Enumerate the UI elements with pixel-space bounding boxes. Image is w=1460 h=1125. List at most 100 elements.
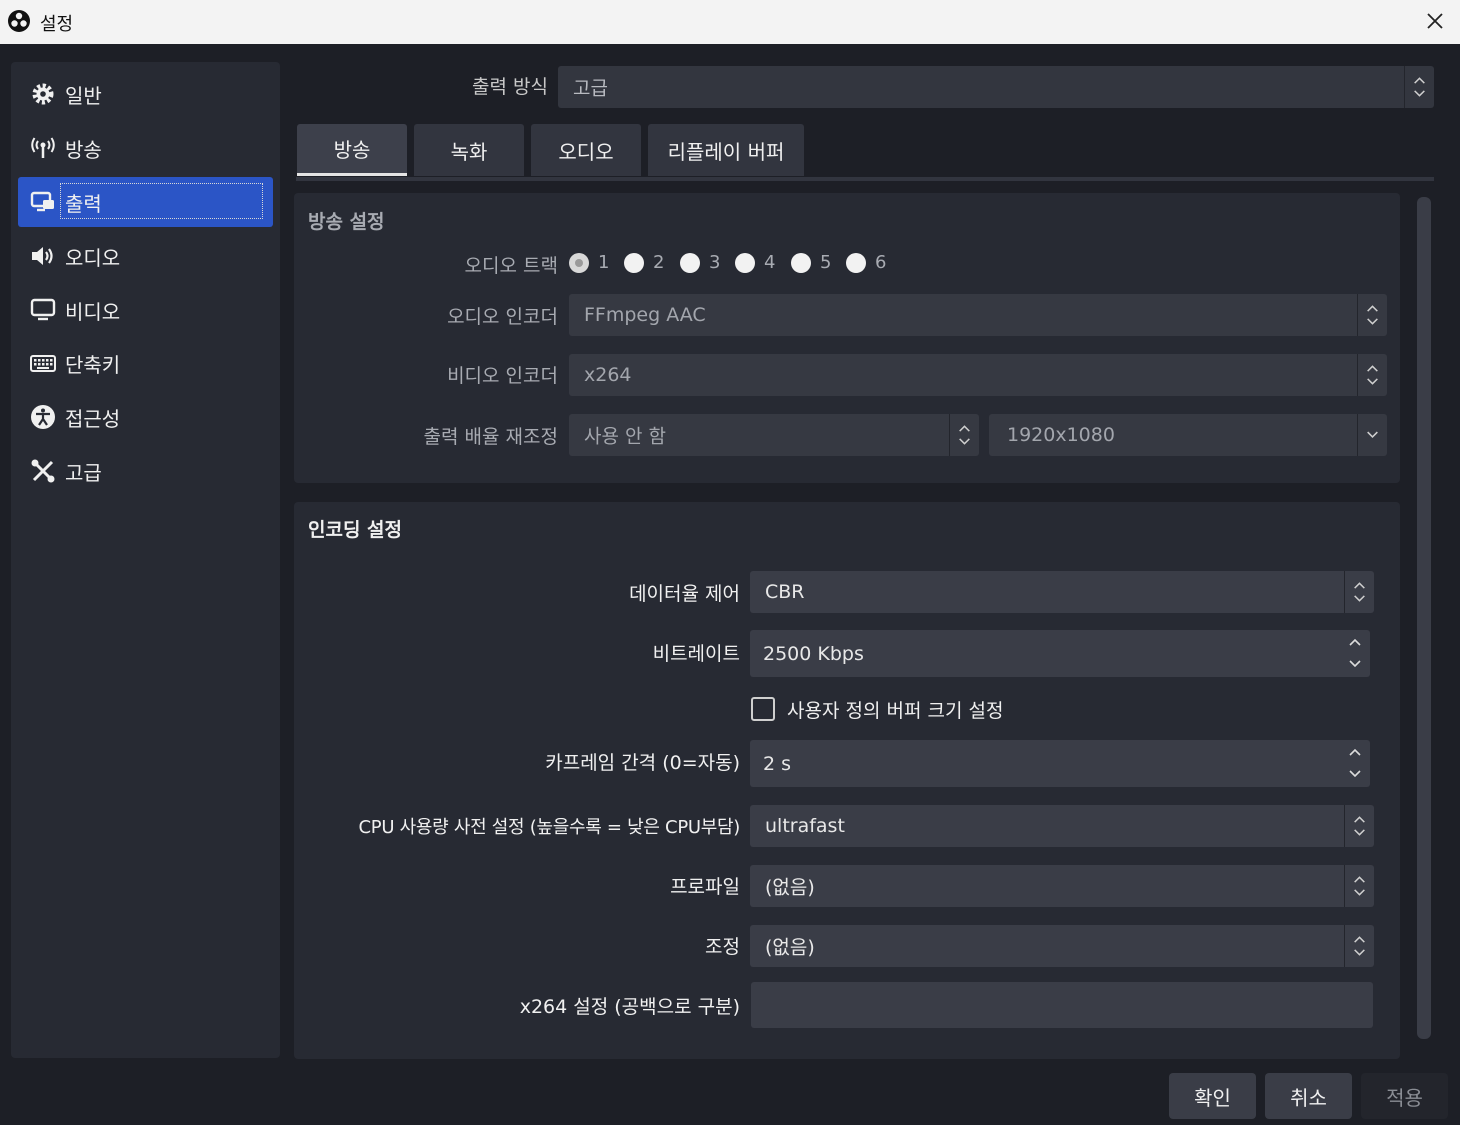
sidebar-item-label: 비디오 (65, 299, 121, 324)
audio-track-label: 오디오 트랙 (464, 255, 558, 277)
tune-select[interactable]: (없음) (750, 925, 1374, 967)
spin-arrows-icon[interactable] (1346, 636, 1364, 670)
rescale-label: 출력 배율 재조정 (423, 426, 558, 448)
focus-outline (60, 183, 263, 219)
accessibility-icon (31, 405, 55, 429)
keyframe-label: 카프레임 간격 (0=자동) (545, 752, 740, 774)
x264-options-input[interactable] (751, 982, 1373, 1028)
audio-track-radio-label: 5 (820, 252, 832, 273)
sidebar-item-audio[interactable]: 오디오 (18, 231, 273, 281)
output-mode-value: 고급 (573, 77, 608, 100)
audio-track-radio-4[interactable] (735, 253, 755, 273)
sidebar-item-general[interactable]: 일반 (18, 69, 273, 119)
chevron-down-icon (1357, 414, 1378, 456)
audio-track-radio-5[interactable] (791, 253, 811, 273)
output-icon (30, 191, 54, 212)
tab-divider (296, 177, 1434, 181)
updown-arrow-icon (1357, 294, 1378, 336)
sidebar-item-stream[interactable]: 방송 (18, 123, 273, 173)
sidebar-item-video[interactable]: 비디오 (18, 285, 273, 335)
rate-control-label: 데이터율 제어 (629, 583, 740, 605)
cpu-preset-label: CPU 사용량 사전 설정 (높을수록 = 낮은 CPU부담) (358, 817, 741, 838)
updown-arrow-icon (949, 414, 970, 456)
audio-track-radio-3[interactable] (680, 253, 700, 273)
gear-icon (32, 83, 54, 105)
cpu-preset-select[interactable]: ultrafast (750, 805, 1374, 847)
video-encoder-select[interactable]: x264 (569, 354, 1387, 396)
apply-button[interactable]: 적용 (1361, 1073, 1448, 1119)
updown-arrow-icon (1344, 925, 1365, 967)
close-icon[interactable] (1420, 6, 1450, 36)
settings-sidebar: 일반 방송 출력 오디오 비디오 단축키 접근성 고급 (11, 62, 280, 1058)
tab-stream[interactable]: 방송 (297, 124, 407, 176)
updown-arrow-icon (1404, 66, 1425, 108)
scrollbar[interactable] (1417, 197, 1431, 1039)
custom-buffer-checkbox[interactable] (751, 697, 775, 721)
audio-track-radio-2[interactable] (624, 253, 644, 273)
title-bar: 설정 (0, 0, 1460, 44)
profile-label: 프로파일 (670, 876, 740, 898)
sidebar-item-label: 고급 (65, 460, 102, 485)
ok-button[interactable]: 확인 (1169, 1073, 1256, 1119)
spin-arrows-icon[interactable] (1346, 746, 1364, 780)
audio-track-radio-6[interactable] (846, 253, 866, 273)
audio-encoder-label: 오디오 인코더 (447, 306, 558, 328)
keyboard-icon (30, 355, 56, 372)
obs-logo-icon (8, 10, 30, 32)
sidebar-item-label: 일반 (65, 83, 102, 108)
rescale-resolution-select[interactable]: 1920x1080 (989, 414, 1387, 456)
updown-arrow-icon (1344, 571, 1365, 613)
sidebar-item-advanced[interactable]: 고급 (18, 446, 273, 496)
tab-audio[interactable]: 오디오 (531, 124, 641, 176)
tune-value: (없음) (765, 936, 815, 959)
profile-select[interactable]: (없음) (750, 865, 1374, 907)
audio-encoder-select[interactable]: FFmpeg AAC (569, 294, 1387, 336)
bitrate-value: 2500 Kbps (763, 642, 864, 665)
tab-recording[interactable]: 녹화 (414, 124, 524, 176)
audio-track-radio-label: 2 (653, 252, 665, 273)
x264-options-label: x264 설정 (공백으로 구분) (519, 996, 740, 1018)
monitor-icon (30, 298, 56, 321)
tools-icon (31, 459, 55, 483)
keyframe-spinbox[interactable]: 2 s (750, 740, 1370, 787)
stream-settings-title: 방송 설정 (308, 211, 385, 233)
bitrate-label: 비트레이트 (652, 643, 740, 665)
sidebar-item-label: 방송 (65, 137, 102, 162)
sidebar-item-accessibility[interactable]: 접근성 (18, 392, 273, 442)
rescale-select[interactable]: 사용 안 함 (569, 414, 979, 456)
updown-arrow-icon (1344, 805, 1365, 847)
rate-control-select[interactable]: CBR (750, 571, 1374, 613)
cpu-preset-value: ultrafast (765, 815, 845, 837)
window-title: 설정 (40, 14, 74, 35)
keyframe-value: 2 s (763, 752, 792, 775)
sidebar-item-label: 오디오 (65, 245, 121, 270)
rescale-resolution-value: 1920x1080 (1007, 424, 1115, 446)
sidebar-item-hotkeys[interactable]: 단축키 (18, 338, 273, 388)
audio-track-radio-label: 6 (875, 252, 887, 273)
audio-track-radio-label: 4 (764, 252, 776, 273)
video-encoder-label: 비디오 인코더 (447, 365, 558, 387)
sidebar-item-label: 단축키 (65, 352, 121, 377)
speaker-icon (32, 247, 53, 265)
tab-replay-buffer[interactable]: 리플레이 버퍼 (648, 124, 804, 176)
video-encoder-value: x264 (584, 364, 632, 386)
rate-control-value: CBR (765, 581, 805, 603)
sidebar-item-output[interactable]: 출력 (18, 177, 273, 227)
encoding-settings-title: 인코딩 설정 (308, 519, 403, 541)
audio-encoder-value: FFmpeg AAC (584, 304, 706, 326)
rescale-value: 사용 안 함 (584, 425, 666, 448)
audio-track-radio-label: 3 (709, 252, 721, 273)
audio-track-radio-label: 1 (598, 252, 610, 273)
updown-arrow-icon (1357, 354, 1378, 396)
antenna-icon (31, 137, 55, 158)
cancel-button[interactable]: 취소 (1265, 1073, 1352, 1119)
audio-track-radio-1[interactable] (569, 253, 589, 273)
sidebar-item-label: 접근성 (65, 406, 121, 431)
custom-buffer-label: 사용자 정의 버퍼 크기 설정 (787, 700, 1004, 722)
tune-label: 조정 (705, 936, 740, 958)
profile-value: (없음) (765, 876, 815, 899)
bitrate-spinbox[interactable]: 2500 Kbps (750, 630, 1370, 677)
output-mode-label: 출력 방식 (472, 76, 548, 98)
updown-arrow-icon (1344, 865, 1365, 907)
output-mode-select[interactable]: 고급 (558, 66, 1434, 108)
